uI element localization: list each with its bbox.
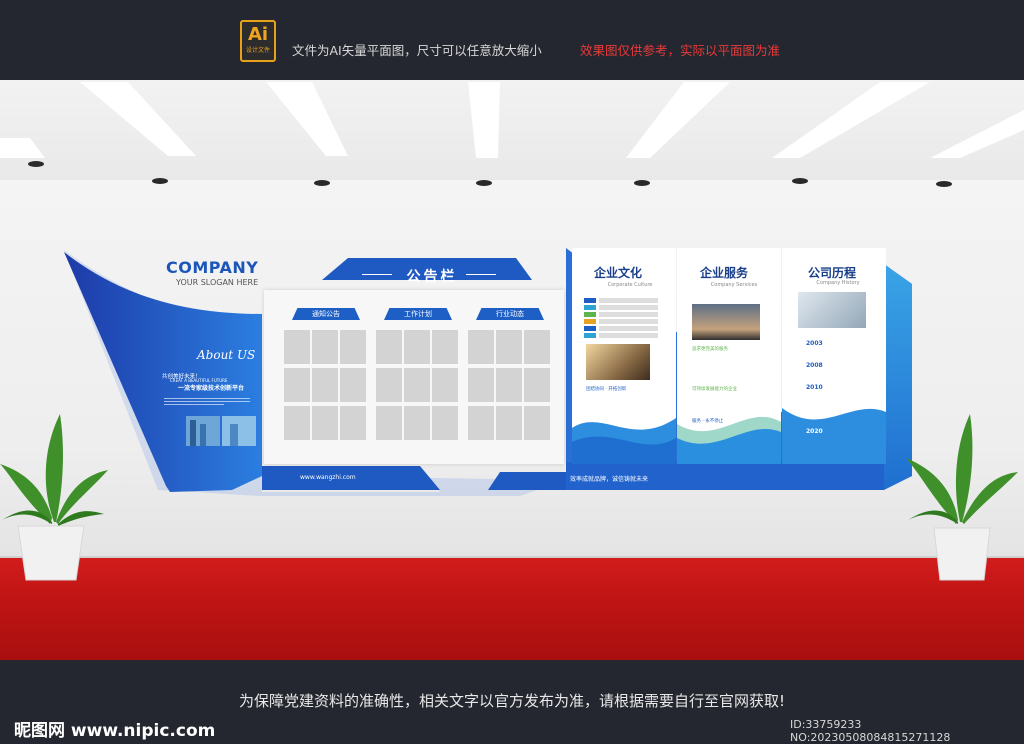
- company-name: COMPANY: [166, 258, 259, 277]
- website-text: www.wangzhi.com: [300, 474, 356, 481]
- plan-slots: [376, 330, 458, 446]
- ceiling-light: [626, 82, 730, 158]
- history-year: 2020: [806, 428, 823, 435]
- board-tab-news: 行业动态: [476, 308, 544, 320]
- left-potted-plant: [0, 414, 108, 581]
- board-tab-plan: 工作计划: [384, 308, 452, 320]
- panel-subtitle-culture: Corporate Culture: [607, 282, 653, 288]
- services-photo: [692, 304, 760, 340]
- news-slots: [468, 330, 550, 446]
- culture-list: [584, 296, 658, 340]
- services-caption-2: 可持续发展能力的企业: [692, 387, 737, 392]
- culture-caption: 团结协同 · 开拓创新: [586, 387, 627, 392]
- ai-file-logo: Ai 设计文件: [240, 20, 276, 62]
- ai-logo-subtext: 设计文件: [245, 47, 270, 54]
- culture-photo: [586, 344, 650, 380]
- history-year: 2016: [806, 406, 823, 413]
- about-line-3: 一流专家级技术创新平台: [178, 385, 245, 392]
- history-photo: [798, 292, 866, 328]
- ceiling-lights: [0, 82, 1024, 187]
- services-caption-1: 追求更完美的服务: [692, 347, 728, 352]
- ceiling-light: [266, 82, 348, 156]
- file-format-note: 文件为AI矢量平面图，尺寸可以任意放大缩小: [292, 43, 542, 58]
- ceiling-light: [0, 138, 45, 158]
- accuracy-notice: 为保障党建资料的准确性，相关文字以官方发布为准，请根据需要自行至官网获取!: [238, 692, 786, 710]
- panel-title-culture: 企业文化: [593, 266, 642, 280]
- about-body-text: [164, 396, 250, 412]
- panel-subtitle-services: Company Services: [710, 282, 758, 288]
- ceiling-light: [80, 82, 196, 156]
- company-slogan: YOUR SLOGAN HERE: [176, 278, 259, 287]
- notice-slots: [284, 330, 366, 446]
- red-carpet-floor: [0, 558, 1024, 660]
- history-year: 2008: [806, 362, 823, 369]
- image-id: ID:33759233 NO:20230508084815271128: [790, 718, 951, 744]
- ceiling-light: [772, 82, 930, 158]
- ceiling-light: [468, 82, 500, 158]
- history-year: 2003: [806, 340, 823, 347]
- panel-title-services: 企业服务: [699, 266, 748, 280]
- ai-logo-text: Ai: [247, 24, 269, 45]
- services-caption-3: 服务 · 永不停止: [692, 419, 724, 424]
- board-tab-notice: 通知公告: [292, 308, 360, 320]
- about-us-heading: About US: [197, 348, 256, 362]
- panel-title-history: 公司历程: [807, 266, 856, 280]
- preview-warning: 效果图仅供参考，实际以平面图为准: [580, 43, 781, 58]
- ceiling-light: [930, 110, 1024, 158]
- bottom-slogan: 效率成就品牌，诚信铸就未来: [570, 476, 649, 483]
- panel-subtitle-history: Company History: [816, 280, 860, 286]
- nipic-watermark[interactable]: 昵图网 www.nipic.com: [14, 716, 215, 741]
- history-year: 2010: [806, 384, 823, 391]
- board-title: 公告栏: [406, 269, 458, 285]
- right-potted-plant: [906, 414, 1018, 581]
